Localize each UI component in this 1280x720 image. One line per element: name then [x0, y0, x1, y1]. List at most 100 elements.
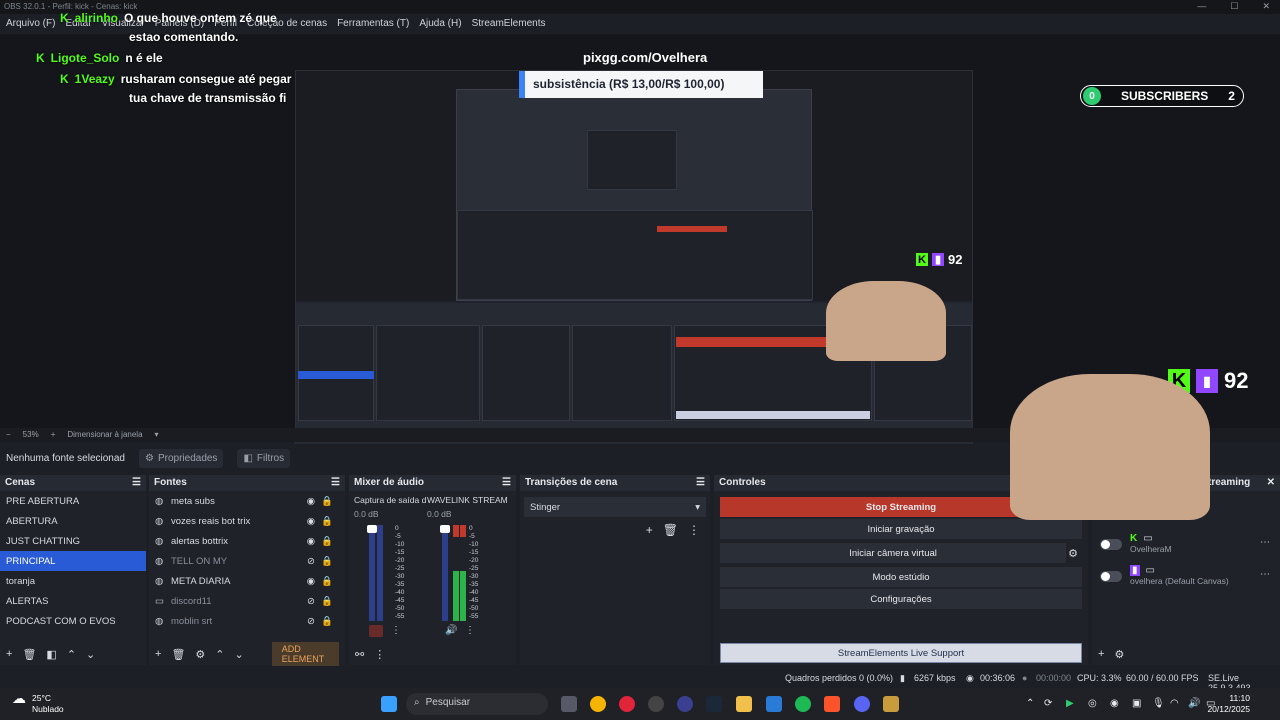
- task-view-icon[interactable]: [561, 696, 577, 712]
- scene-item[interactable]: ALERTAS: [0, 591, 146, 611]
- dock-menu-icon[interactable]: ☰: [132, 477, 141, 489]
- source-item[interactable]: ◍ moblin srt ⊘ 🔒: [149, 611, 345, 631]
- dock-menu-icon[interactable]: ☰: [502, 477, 511, 489]
- add-element-button[interactable]: ADD ELEMENT: [271, 642, 339, 666]
- menu-help[interactable]: Ajuda (H): [419, 18, 461, 30]
- dock-menu-icon[interactable]: ☰: [331, 477, 340, 489]
- microphone-icon[interactable]: 🎙: [1152, 698, 1165, 709]
- arrow-up-icon[interactable]: ⌃: [67, 648, 76, 661]
- scene-item[interactable]: JUST CHATTING: [0, 531, 146, 551]
- record-icon[interactable]: ◎: [1088, 698, 1097, 709]
- league-icon[interactable]: [883, 696, 899, 712]
- lock-icon[interactable]: 🔒: [321, 556, 333, 567]
- add-icon[interactable]: +: [155, 648, 161, 660]
- brave-icon[interactable]: [824, 696, 840, 712]
- source-item[interactable]: ◍ TELL ON MY ⊘ 🔒: [149, 551, 345, 571]
- add-icon[interactable]: +: [6, 648, 12, 660]
- steam-tray-icon[interactable]: ◉: [1110, 698, 1119, 709]
- arrow-up-icon[interactable]: ⌃: [215, 648, 224, 661]
- refresh-icon[interactable]: ⟳: [1044, 698, 1052, 709]
- weather-widget[interactable]: ☁ 25°C Nublado: [12, 691, 64, 715]
- dock-menu-icon[interactable]: ☰: [696, 477, 705, 489]
- tray-icon[interactable]: ▣: [1132, 698, 1141, 709]
- taskbar-search[interactable]: ⌕ Pesquisar: [406, 693, 548, 715]
- gear-icon[interactable]: ⚙: [1068, 547, 1078, 560]
- virtual-camera-button[interactable]: Iniciar câmera virtual: [720, 543, 1067, 563]
- wifi-icon[interactable]: ◠: [1170, 698, 1179, 709]
- mute-icon[interactable]: [369, 625, 383, 637]
- scene-item[interactable]: ABERTURA: [0, 511, 146, 531]
- source-item[interactable]: ◍ vozes reais bot trix ◉ 🔒: [149, 511, 345, 531]
- more-icon[interactable]: ⋯: [1260, 537, 1270, 548]
- fit-to-window[interactable]: Dimensionar à janela: [67, 430, 142, 440]
- volume-slider[interactable]: [367, 525, 377, 533]
- more-icon[interactable]: ⋮: [374, 648, 385, 661]
- maximize-button[interactable]: ☐: [1230, 1, 1238, 12]
- minimize-button[interactable]: —: [1197, 1, 1206, 12]
- add-icon[interactable]: +: [1098, 648, 1104, 660]
- eye-hidden-icon[interactable]: ⊘: [307, 616, 315, 627]
- lock-icon[interactable]: 🔒: [321, 616, 333, 627]
- filters-button[interactable]: ◧ Filtros: [237, 448, 291, 468]
- live-support-button[interactable]: StreamElements Live Support: [720, 643, 1082, 663]
- scene-item[interactable]: PODCAST COM O EVOS: [0, 611, 146, 631]
- arrow-down-icon[interactable]: ⌄: [86, 648, 95, 661]
- toggle-switch[interactable]: [1100, 571, 1122, 582]
- trash-icon[interactable]: 🗑: [663, 523, 678, 537]
- eye-icon[interactable]: ◉: [307, 496, 315, 507]
- lock-icon[interactable]: 🔒: [321, 576, 333, 587]
- menu-streamelements[interactable]: StreamElements: [472, 18, 546, 30]
- more-icon[interactable]: ⋯: [1260, 569, 1270, 580]
- menu-tools[interactable]: Ferramentas (T): [337, 18, 409, 30]
- studio-mode-button[interactable]: Modo estúdio: [720, 567, 1082, 587]
- add-icon[interactable]: +: [646, 523, 653, 537]
- volume-icon[interactable]: 🔊: [1188, 698, 1200, 709]
- terminal-icon[interactable]: [766, 696, 782, 712]
- play-icon[interactable]: ▶: [1066, 698, 1074, 709]
- transition-select[interactable]: Stinger ▾: [524, 497, 706, 517]
- close-button[interactable]: ✕: [1262, 1, 1270, 12]
- toggle-switch[interactable]: [1100, 539, 1122, 550]
- gear-icon[interactable]: ⚙: [195, 648, 205, 661]
- filter-icon[interactable]: ◧: [46, 648, 56, 661]
- eye-hidden-icon[interactable]: ⊘: [307, 596, 315, 607]
- discord-icon[interactable]: [854, 696, 870, 712]
- steam-icon[interactable]: [706, 696, 722, 712]
- lock-icon[interactable]: 🔒: [321, 536, 333, 547]
- source-item[interactable]: ▭ discord11 ⊘ 🔒: [149, 591, 345, 611]
- chevron-up-icon[interactable]: ⌃: [1026, 698, 1034, 709]
- clock[interactable]: 11:10 20/12/2025: [1207, 693, 1250, 715]
- properties-button[interactable]: ⚙ Propriedades: [138, 448, 224, 468]
- chevron-down-icon[interactable]: ▾: [155, 430, 159, 440]
- lock-icon[interactable]: 🔒: [321, 596, 333, 607]
- start-recording-button[interactable]: Iniciar gravação: [720, 519, 1082, 539]
- zoom-in-button[interactable]: +: [51, 430, 56, 440]
- app-icon[interactable]: [677, 696, 693, 712]
- windows-start-icon[interactable]: [381, 696, 397, 712]
- source-item[interactable]: ◍ META DIARIA ◉ 🔒: [149, 571, 345, 591]
- source-item[interactable]: ◍ meta subs ◉ 🔒: [149, 491, 345, 511]
- link-icon[interactable]: ⚯: [355, 648, 364, 661]
- trash-icon[interactable]: 🗑: [171, 648, 185, 661]
- volume-slider[interactable]: [440, 525, 450, 533]
- eye-icon[interactable]: ◉: [307, 536, 315, 547]
- more-icon[interactable]: ⋮: [465, 625, 475, 636]
- chrome-icon[interactable]: [590, 696, 606, 712]
- settings-button[interactable]: Configurações: [720, 589, 1082, 609]
- scene-item[interactable]: toranja: [0, 571, 146, 591]
- close-icon[interactable]: ✕: [1267, 477, 1275, 489]
- eye-icon[interactable]: ◉: [307, 576, 315, 587]
- lock-icon[interactable]: 🔒: [321, 516, 333, 527]
- opera-icon[interactable]: [619, 696, 635, 712]
- zoom-out-button[interactable]: −: [6, 430, 11, 440]
- more-icon[interactable]: ⋮: [391, 625, 401, 636]
- scene-item-selected[interactable]: PRINCIPAL: [0, 551, 146, 571]
- obs-icon[interactable]: [648, 696, 664, 712]
- more-icon[interactable]: ⋮: [688, 523, 700, 537]
- spotify-icon[interactable]: [795, 696, 811, 712]
- eye-icon[interactable]: ◉: [307, 516, 315, 527]
- menu-file[interactable]: Arquivo (F): [6, 18, 55, 30]
- trash-icon[interactable]: 🗑: [22, 648, 36, 661]
- folder-icon[interactable]: [736, 696, 752, 712]
- gear-icon[interactable]: ⚙: [1114, 648, 1124, 661]
